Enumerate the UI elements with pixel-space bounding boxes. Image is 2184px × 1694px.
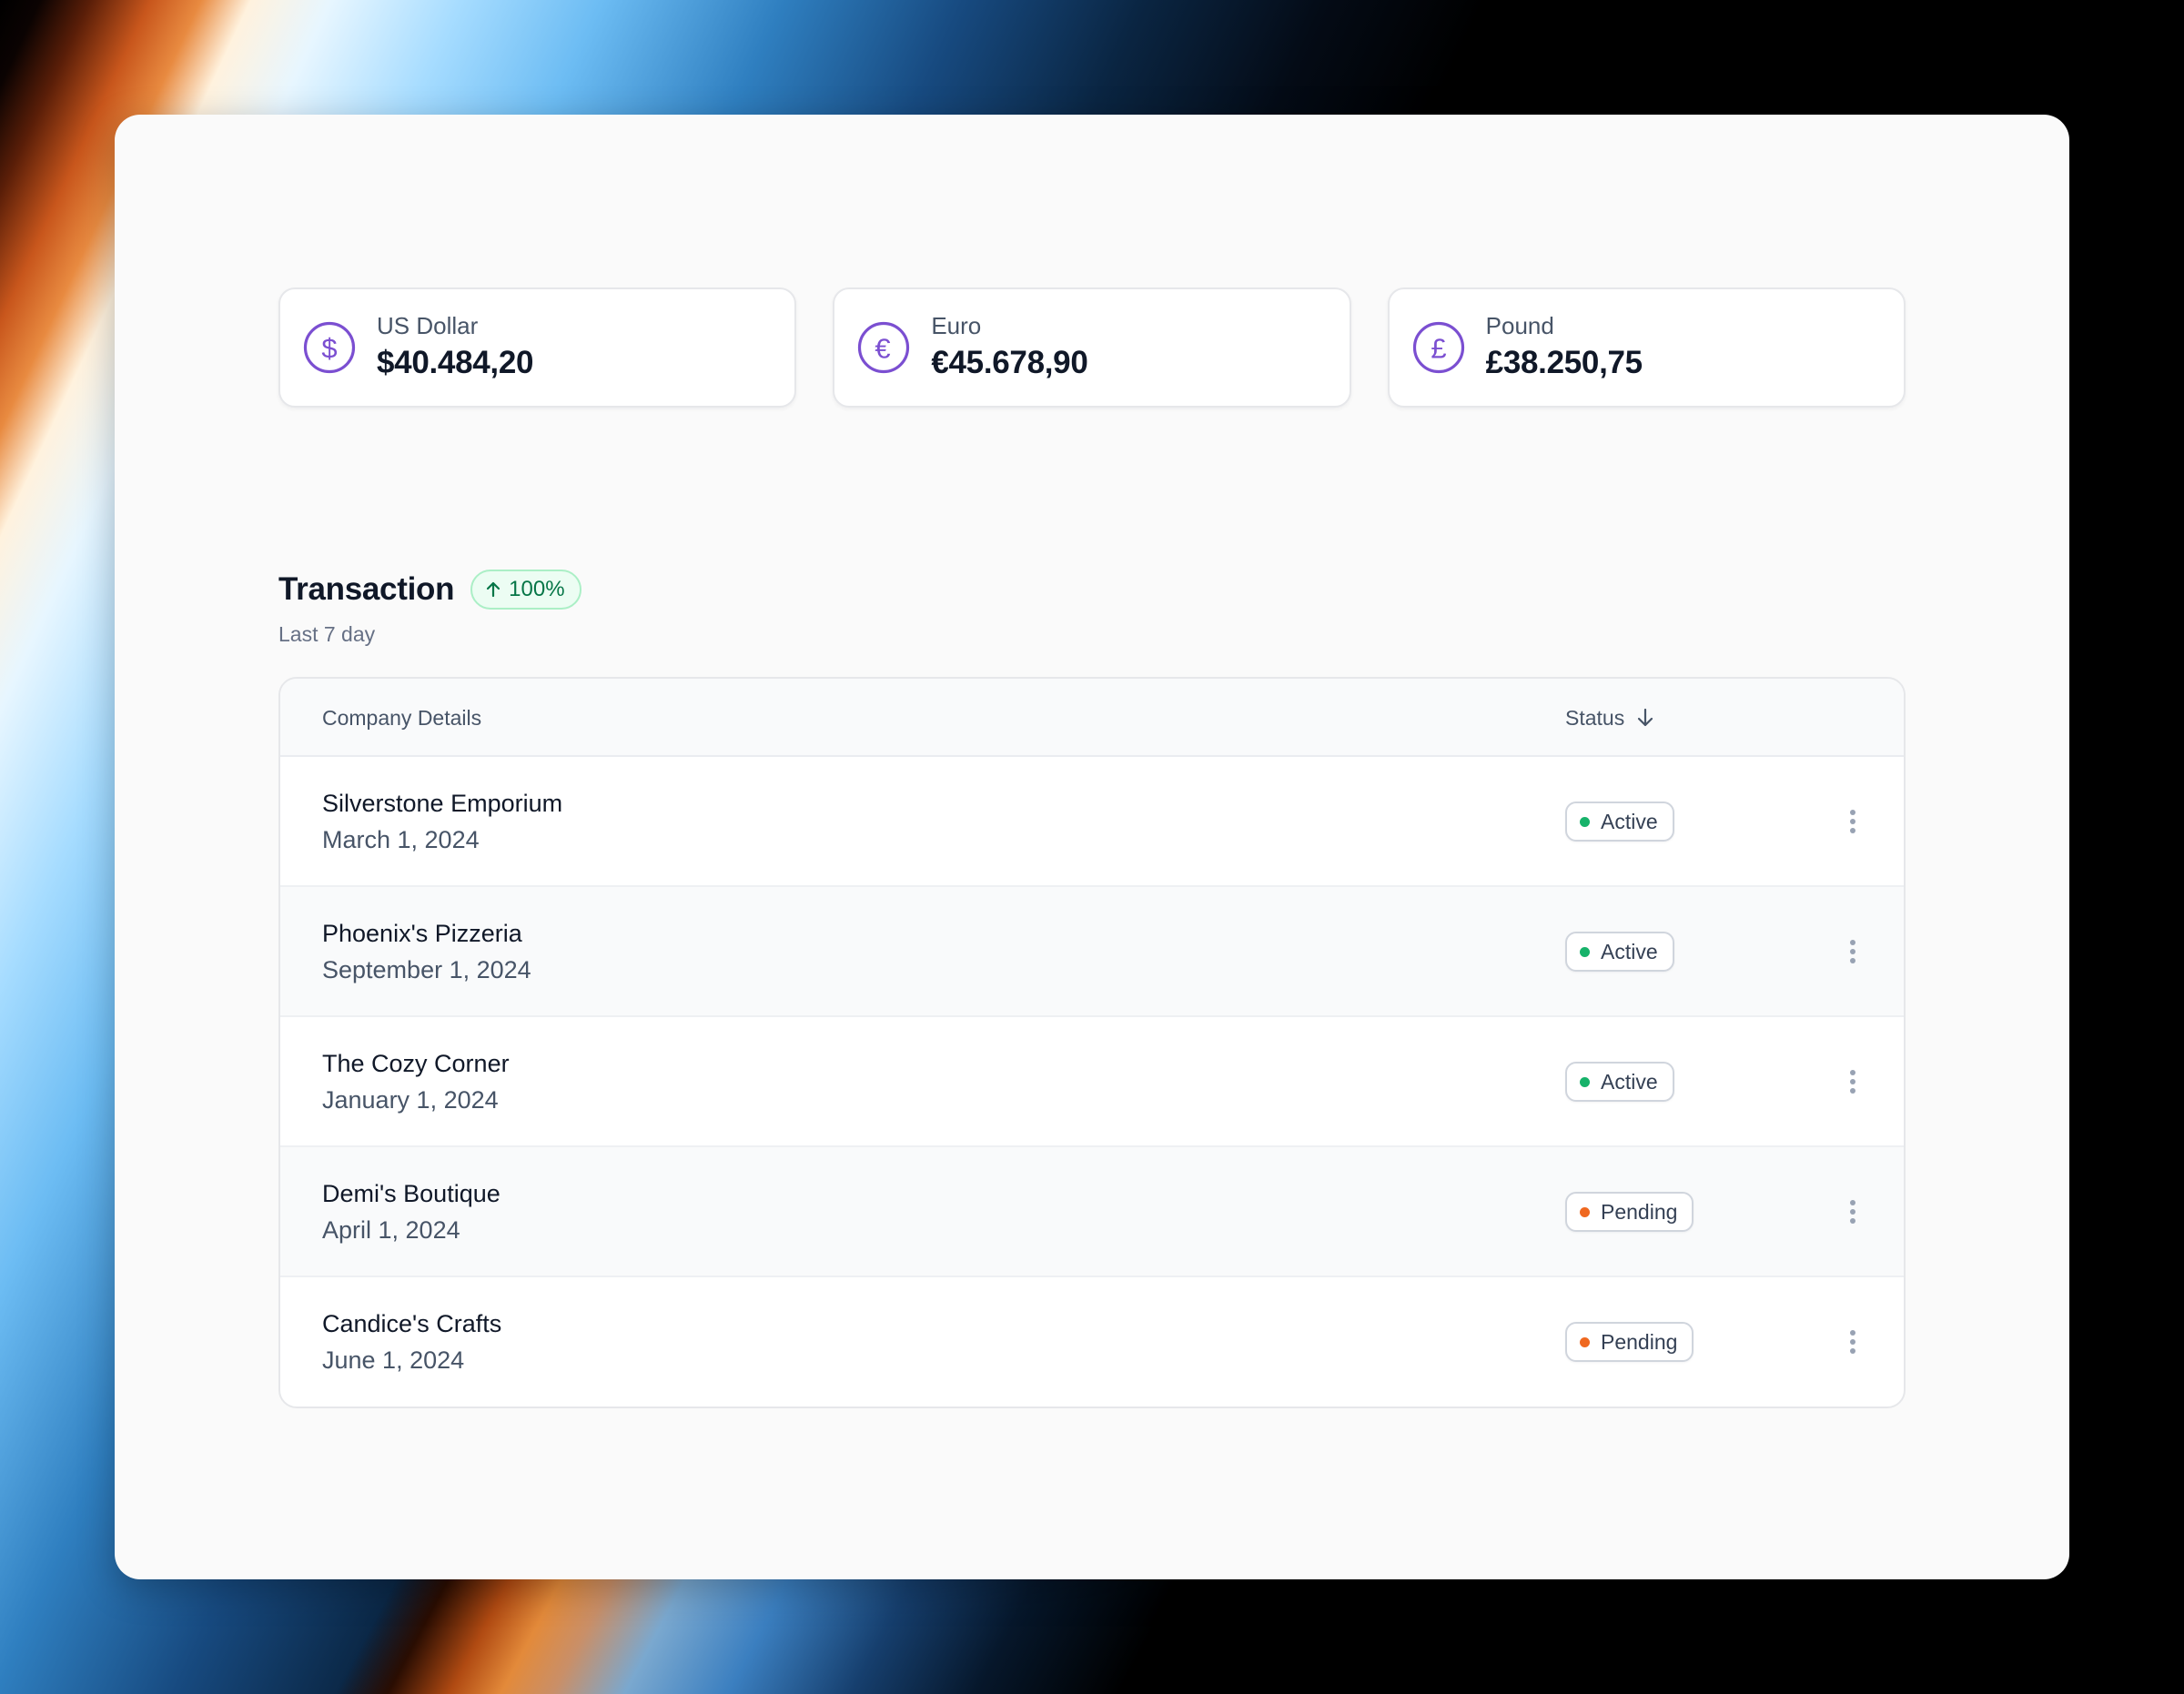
arrow-up-icon — [487, 581, 500, 598]
dollar-circle-icon: $ — [302, 320, 357, 375]
company-name: Demi's Boutique — [322, 1180, 500, 1207]
status-label: Active — [1601, 939, 1658, 963]
status-badge: Active — [1565, 1062, 1674, 1102]
currency-balance: €45.678,90 — [931, 345, 1088, 380]
column-header-label: Company Details — [322, 705, 482, 730]
status-label: Pending — [1601, 1199, 1678, 1224]
status-badge: Active — [1565, 932, 1674, 972]
currency-label: US Dollar — [377, 312, 479, 339]
currency-card-gbp[interactable]: £ Pound £38.250,75 — [1387, 287, 1906, 408]
status-dot — [1580, 1336, 1590, 1347]
section-title: Transaction — [278, 571, 455, 607]
more-vertical-icon — [1850, 940, 1855, 963]
more-vertical-icon — [1850, 1200, 1855, 1224]
company-name: Silverstone Emporium — [322, 790, 563, 817]
currency-balance: $40.484,20 — [377, 345, 534, 380]
trend-value: 100% — [509, 577, 565, 601]
status-label: Active — [1601, 1069, 1658, 1094]
column-header-company: Company Details — [322, 679, 481, 757]
pound-circle-icon: £ — [1411, 320, 1466, 375]
transaction-date: June 1, 2024 — [322, 1346, 465, 1374]
currency-card-eur[interactable]: € Euro €45.678,90 — [833, 287, 1351, 408]
column-header-label: Status — [1565, 705, 1625, 730]
more-vertical-icon — [1850, 810, 1855, 833]
table-row[interactable]: Candice's Crafts June 1, 2024 Pending — [280, 1277, 1904, 1407]
currency-label: Euro — [931, 312, 982, 339]
section-subtitle: Last 7 day — [278, 622, 376, 646]
transaction-header: Transaction 100% Last 7 day — [278, 570, 581, 647]
dashboard-panel: $ US Dollar $40.484,20 € Euro €45.678,90… — [115, 115, 2069, 1579]
euro-circle-icon: € — [856, 320, 911, 375]
status-dot — [1580, 1206, 1590, 1217]
currency-label: Pound — [1485, 312, 1554, 339]
svg-text:$: $ — [321, 333, 337, 365]
arrow-down-icon[interactable] — [1633, 706, 1657, 730]
more-vertical-icon — [1850, 1330, 1855, 1354]
transaction-date: April 1, 2024 — [322, 1216, 460, 1244]
trend-badge: 100% — [470, 570, 581, 610]
status-badge: Active — [1565, 802, 1674, 842]
status-label: Pending — [1601, 1329, 1678, 1354]
row-menu-button[interactable] — [1835, 933, 1871, 970]
row-menu-button[interactable] — [1835, 1324, 1871, 1360]
more-vertical-icon — [1850, 1070, 1855, 1094]
transaction-date: March 1, 2024 — [322, 826, 480, 853]
row-menu-button[interactable] — [1835, 803, 1871, 840]
row-menu-button[interactable] — [1835, 1194, 1871, 1230]
status-dot — [1580, 1076, 1590, 1087]
row-menu-button[interactable] — [1835, 1064, 1871, 1100]
table-row[interactable]: Demi's Boutique April 1, 2024 Pending — [280, 1147, 1904, 1277]
transactions-table: Company Details Status Silverstone Empor… — [278, 677, 1906, 1408]
company-name: Candice's Crafts — [322, 1310, 502, 1337]
status-badge: Pending — [1565, 1192, 1694, 1232]
currency-balance: £38.250,75 — [1485, 345, 1643, 380]
table-row[interactable]: Phoenix's Pizzeria September 1, 2024 Act… — [280, 887, 1904, 1017]
status-dot — [1580, 816, 1590, 827]
column-header-status[interactable]: Status — [1565, 679, 1657, 757]
table-row[interactable]: The Cozy Corner January 1, 2024 Active — [280, 1017, 1904, 1147]
company-name: The Cozy Corner — [322, 1050, 510, 1077]
svg-text:€: € — [875, 333, 891, 365]
transaction-date: January 1, 2024 — [322, 1086, 499, 1114]
transaction-date: September 1, 2024 — [322, 956, 531, 983]
table-header: Company Details Status — [280, 679, 1904, 757]
currency-card-usd[interactable]: $ US Dollar $40.484,20 — [278, 287, 797, 408]
company-name: Phoenix's Pizzeria — [322, 920, 522, 947]
currency-cards: $ US Dollar $40.484,20 € Euro €45.678,90… — [278, 287, 1906, 408]
status-dot — [1580, 946, 1590, 957]
status-label: Active — [1601, 809, 1658, 833]
table-row[interactable]: Silverstone Emporium March 1, 2024 Activ… — [280, 757, 1904, 887]
svg-text:£: £ — [1431, 333, 1446, 365]
status-badge: Pending — [1565, 1322, 1694, 1362]
